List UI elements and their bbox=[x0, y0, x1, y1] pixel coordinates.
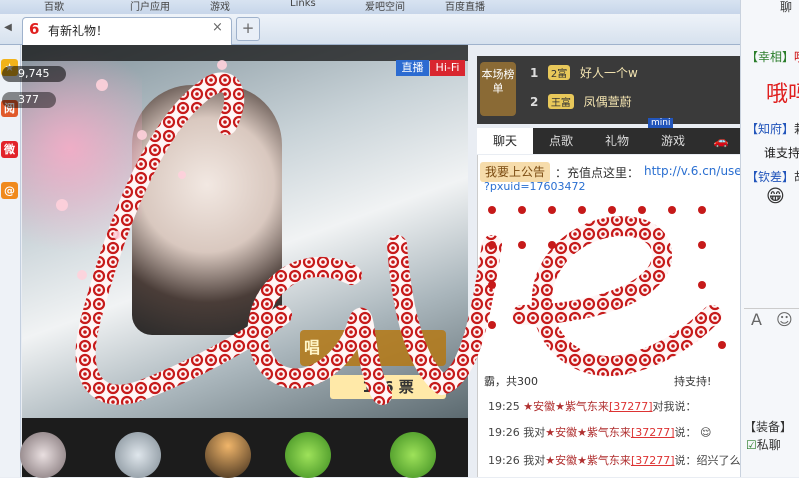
bookmark-item[interactable]: 百歌 bbox=[44, 0, 64, 13]
chat-time: 19:26 bbox=[488, 454, 520, 467]
announce-button[interactable]: 我要上公告 bbox=[480, 162, 550, 182]
rank-title[interactable]: 本场榜单 bbox=[480, 62, 516, 116]
chat-time: 19:26 bbox=[488, 426, 520, 439]
hifi-button[interactable]: Hi-Fi bbox=[430, 60, 465, 76]
side-message: 【幸相】哦 bbox=[746, 48, 799, 65]
side-text: 哦 bbox=[794, 50, 799, 64]
chat-user-id[interactable]: [37277] bbox=[631, 426, 675, 439]
side-chat-panel bbox=[740, 0, 799, 477]
side-message-big: 哦吗 bbox=[766, 82, 799, 107]
bookmark-item[interactable]: 游戏 bbox=[210, 0, 230, 13]
avatar[interactable] bbox=[20, 432, 66, 478]
avatar[interactable] bbox=[390, 432, 436, 478]
blossom-decoration bbox=[22, 45, 142, 305]
thanks-line: 霸，共300 bbox=[484, 373, 538, 389]
new-tab-button[interactable]: + bbox=[236, 17, 260, 41]
streamer-video-frame bbox=[132, 85, 282, 335]
announce-link[interactable]: ?pxuid=17603472 bbox=[484, 180, 586, 193]
tab-title: 有新礼物！ bbox=[48, 24, 109, 38]
site-logo-icon: 6 bbox=[29, 20, 40, 38]
chat-user-name[interactable]: ★安徽★紫气东来 bbox=[545, 454, 631, 467]
chat-user[interactable]: ★安徽★ bbox=[523, 400, 565, 413]
emoji-button[interactable]: ☺ bbox=[776, 310, 793, 329]
private-chat-label: 私聊 bbox=[756, 438, 781, 452]
chat-text: 说：绍兴了么 bbox=[674, 454, 741, 467]
private-chat-checkbox[interactable]: ☑私聊 bbox=[746, 436, 781, 453]
thanks-tail: 持支持! bbox=[674, 375, 712, 388]
bookmarks-bar: 百歌 门户应用 游戏 Links 爱吧空间 百度直播 bbox=[0, 0, 740, 15]
bookmark-item[interactable]: 门户应用 bbox=[130, 0, 170, 13]
video-top-strip bbox=[22, 45, 468, 61]
side-text: 栽 bbox=[794, 122, 799, 136]
chat-message: 19:26 我对★安徽★紫气东来[37277]说： 😌 bbox=[488, 424, 711, 440]
chat-user-id[interactable]: [37277] bbox=[631, 454, 675, 467]
side-panel-title: 聊 bbox=[780, 0, 793, 14]
vote-count: 186 票 bbox=[330, 375, 446, 399]
live-button[interactable]: 直播 bbox=[396, 60, 429, 76]
check-icon: ☑ bbox=[746, 438, 757, 452]
viewer-count: 9,745 bbox=[2, 66, 66, 82]
avatar[interactable] bbox=[205, 432, 251, 478]
online-count: 377 bbox=[2, 92, 56, 108]
announce-text: ：充值点这里： bbox=[555, 166, 640, 180]
browser-sidebar: ★ 阅 微 @ bbox=[0, 45, 21, 477]
emoji-icon: 😌 bbox=[700, 426, 712, 439]
thanks-text: 霸，共300 bbox=[484, 375, 538, 388]
side-tag: 【知府】 bbox=[746, 122, 795, 136]
chat-user-name[interactable]: 紫气东来 bbox=[565, 400, 609, 413]
chat-prefix: 我对 bbox=[523, 426, 546, 439]
side-message: 【钦差】胡 bbox=[746, 168, 799, 185]
chat-prefix: 我对 bbox=[523, 454, 546, 467]
tab-chat[interactable]: 聊天 bbox=[477, 128, 533, 154]
tab-game[interactable]: 游戏 bbox=[645, 128, 701, 154]
bookmark-item[interactable]: Links bbox=[290, 0, 316, 9]
side-tag: 【钦差】 bbox=[746, 170, 795, 184]
chat-message: 19:26 我对★安徽★紫气东来[37277]说：绍兴了么 bbox=[488, 452, 741, 468]
tab-song[interactable]: 点歌 bbox=[533, 128, 589, 154]
avatar[interactable] bbox=[285, 432, 331, 478]
bookmark-item[interactable]: 百度直播 bbox=[445, 0, 485, 13]
rank-number: 1 bbox=[530, 66, 539, 80]
rank-user-name: 凤偶萱蔚 bbox=[583, 95, 632, 109]
rank-number: 2 bbox=[530, 95, 539, 109]
emoji-icon: 😁 bbox=[766, 186, 785, 207]
weibo-icon[interactable]: 微 bbox=[1, 141, 18, 158]
tab-close-button[interactable]: × bbox=[212, 20, 223, 35]
rank-level-badge: 王富 bbox=[547, 94, 574, 109]
side-tag: 【幸相】 bbox=[746, 50, 795, 64]
chat-text: 说： bbox=[674, 426, 697, 439]
rank-user-name: 好人一个w bbox=[580, 66, 638, 80]
side-message: 【知府】栽 bbox=[746, 120, 799, 137]
vote-label: 唱 bbox=[304, 338, 321, 357]
chat-message: 19:25 ★安徽★紫气东来[37277]对我说： bbox=[488, 398, 697, 414]
avatar[interactable] bbox=[115, 432, 161, 478]
chat-user-name[interactable]: ★安徽★紫气东来 bbox=[545, 426, 631, 439]
side-text: 谁支持 bbox=[764, 146, 799, 160]
rank-row[interactable]: 1 2富 好人一个w bbox=[530, 64, 638, 84]
tab-gift[interactable]: 礼物 bbox=[589, 128, 645, 154]
mail-icon[interactable]: @ bbox=[1, 182, 18, 199]
bookmark-item[interactable]: 爱吧空间 bbox=[365, 0, 405, 13]
tab-list-icon[interactable]: ◀ bbox=[0, 22, 16, 33]
chat-time: 19:25 bbox=[488, 400, 520, 413]
chat-text: 对我说： bbox=[652, 400, 697, 413]
chat-user-id[interactable]: [37277] bbox=[609, 400, 653, 413]
equip-label[interactable]: 【装备】 bbox=[744, 418, 792, 435]
rank-row[interactable]: 2 王富 凤偶萱蔚 bbox=[530, 93, 632, 113]
side-text: 胡 bbox=[794, 170, 799, 184]
rank-level-badge: 2富 bbox=[547, 65, 571, 80]
font-icon[interactable]: A bbox=[751, 310, 762, 329]
vote-panel bbox=[300, 330, 446, 366]
car-icon[interactable]: 🚗 bbox=[704, 128, 738, 154]
